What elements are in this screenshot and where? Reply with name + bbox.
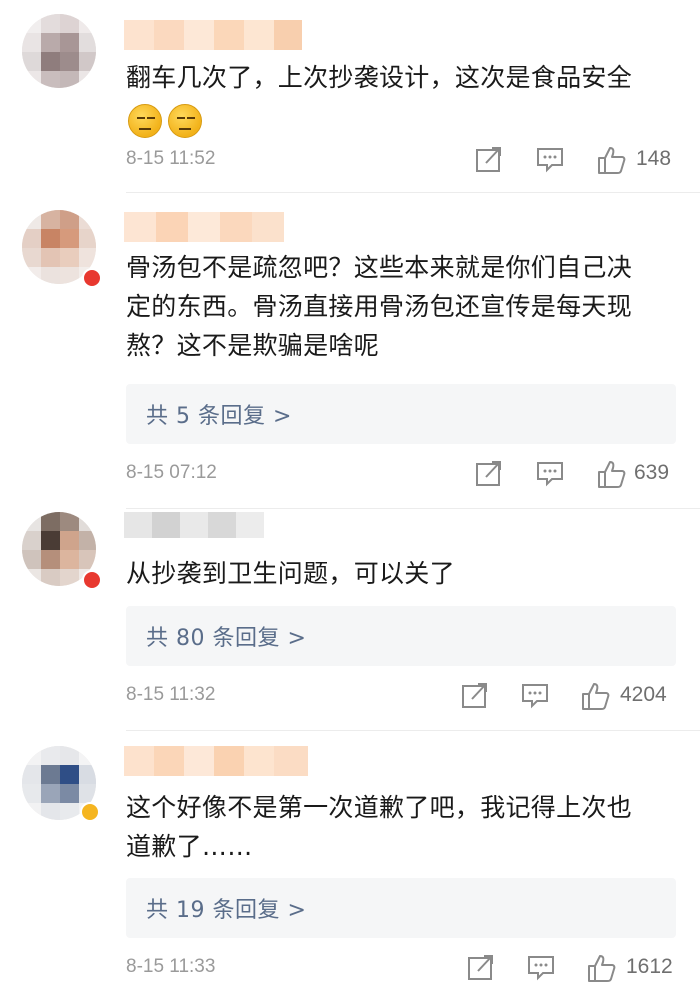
thumbs-up-icon [598, 147, 626, 174]
like-count: 1612 [626, 955, 673, 978]
comment-icon[interactable] [535, 144, 565, 178]
verified-badge-gold [80, 802, 100, 822]
emoji-row [128, 104, 208, 138]
comment-icon[interactable] [526, 952, 556, 986]
username-blurred[interactable] [124, 212, 284, 242]
comment-line: 熬？这不是欺骗是啥呢 [126, 331, 380, 360]
comment-line: 这个好像不是第一次道歉了吧，我记得上次也 [126, 793, 633, 822]
comment-icon[interactable] [535, 458, 565, 492]
sweat-smile-emoji [168, 104, 202, 138]
vip-badge-red [82, 570, 102, 590]
share-icon[interactable] [474, 458, 504, 492]
like-button[interactable]: 148 [596, 144, 680, 178]
vip-badge-red [82, 268, 102, 288]
like-button[interactable]: 4204 [580, 680, 680, 714]
sweat-smile-emoji [128, 104, 162, 138]
thumbs-up-icon [582, 683, 610, 710]
comment-icon[interactable] [520, 680, 550, 714]
comment-line: 骨汤包不是疏忽吧？这些本来就是你们自己决 [126, 253, 633, 282]
comment-meta: 8-15 11:32 4204 [0, 680, 700, 716]
share-icon[interactable] [474, 144, 504, 178]
like-count: 639 [634, 461, 670, 484]
divider [126, 730, 700, 731]
reply-count-label: 共 19 条回复 > [146, 898, 307, 923]
timestamp: 8-15 07:12 [126, 462, 217, 483]
like-button[interactable]: 639 [596, 458, 680, 492]
comment-meta: 8-15 11:52 148 [0, 144, 700, 180]
comment-text: 这个好像不是第一次道歉了吧，我记得上次也 道歉了…… [126, 788, 676, 866]
thumbs-up-icon [588, 955, 616, 982]
like-button[interactable]: 1612 [586, 952, 680, 986]
comment-line: 定的东西。骨汤直接用骨汤包还宣传是每天现 [126, 292, 633, 321]
avatar[interactable] [22, 14, 96, 88]
timestamp: 8-15 11:32 [126, 684, 216, 705]
comment-line: 从抄袭到卫生问题，可以关了 [126, 559, 455, 588]
comment-text: 骨汤包不是疏忽吧？这些本来就是你们自己决 定的东西。骨汤直接用骨汤包还宣传是每天… [126, 248, 676, 365]
comment-line: 翻车几次了，上次抄袭设计，这次是食品安全 [126, 63, 633, 92]
timestamp: 8-15 11:33 [126, 956, 216, 977]
view-replies-button[interactable]: 共 5 条回复 > [126, 384, 676, 444]
reply-count-label: 共 80 条回复 > [146, 626, 307, 651]
like-count: 148 [636, 147, 672, 170]
share-icon[interactable] [460, 680, 490, 714]
view-replies-button[interactable]: 共 80 条回复 > [126, 606, 676, 666]
comment-meta: 8-15 07:12 639 [0, 458, 700, 494]
comment-line: 道歉了…… [126, 832, 253, 861]
comment-meta: 8-15 11:33 1612 [0, 952, 700, 988]
divider [126, 508, 700, 509]
share-icon[interactable] [466, 952, 496, 986]
view-replies-button[interactable]: 共 19 条回复 > [126, 878, 676, 938]
comment-text: 翻车几次了，上次抄袭设计，这次是食品安全 [126, 58, 676, 97]
timestamp: 8-15 11:52 [126, 148, 216, 169]
comment-text: 从抄袭到卫生问题，可以关了 [126, 554, 676, 593]
like-count: 4204 [620, 683, 667, 706]
reply-count-label: 共 5 条回复 > [146, 404, 292, 429]
username-blurred[interactable] [124, 746, 308, 776]
divider [126, 192, 700, 193]
username-blurred[interactable] [124, 512, 264, 538]
thumbs-up-icon [598, 461, 626, 488]
username-blurred[interactable] [124, 20, 302, 50]
